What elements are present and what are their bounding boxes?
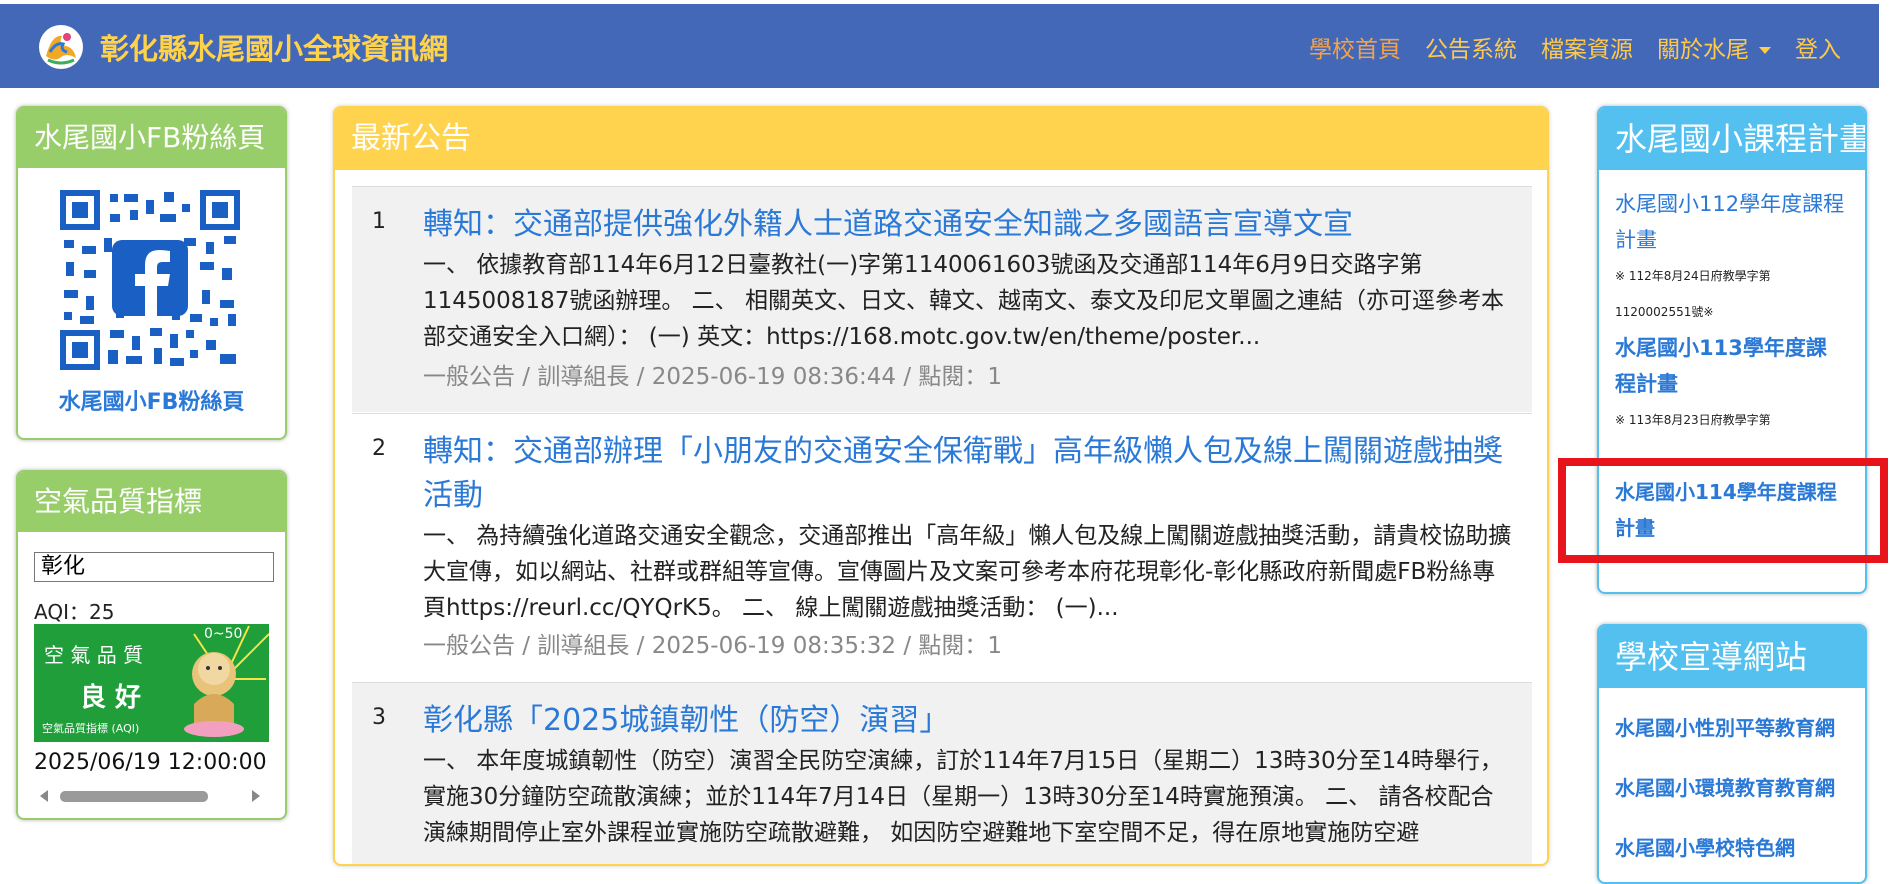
promo-link-gender-equality[interactable]: 水尾國小性別平等教育網: [1615, 712, 1835, 741]
aqi-badge-range: 0~50: [204, 626, 242, 642]
nav-files[interactable]: 檔案資源: [1541, 30, 1633, 64]
news-title-link[interactable]: 轉知：交通部辦理「小朋友的交通安全保衛戰」高年級懶人包及線上闖關遊戲抽獎活動: [423, 430, 1512, 518]
red-highlight-box: [1558, 458, 1888, 563]
news-number: 1: [372, 209, 386, 234]
news-summary: 一、 依據教育部114年6月12日臺教社(一)字第1140061603號函及交通…: [423, 252, 1504, 350]
air-quality-card: 空氣品質指標 彰化 AQI：25 空 氣 品 質 良 好 空氣品質指標 (AQI…: [16, 470, 287, 820]
fb-card-header: 水尾國小FB粉絲頁: [18, 108, 285, 168]
news-number: 2: [372, 436, 386, 461]
aqi-badge-foot: 空氣品質指標 (AQI): [42, 721, 139, 735]
aqi-value: AQI：25: [34, 600, 115, 624]
aqi-badge-label: 空 氣 品 質: [44, 643, 143, 667]
air-timestamp: 2025/06/19 12:00:00: [34, 750, 267, 775]
facebook-qr-code-icon[interactable]: [60, 190, 240, 370]
air-card-header: 空氣品質指標: [18, 472, 285, 532]
news-meta: 一般公告 / 訓導組長 / 2025-06-19 08:35:32 / 點閱：1: [423, 633, 1003, 659]
plan-link-113[interactable]: 水尾國小113學年度課程計畫: [1615, 330, 1845, 402]
school-logo-icon: [39, 25, 83, 69]
aqi-good-badge: 空 氣 品 質 良 好 空氣品質指標 (AQI) 0~50: [34, 624, 269, 742]
plan-note-112: ※ 112年8月24日府教學字第1120002551號※: [1615, 269, 1771, 319]
air-location-select[interactable]: 彰化: [34, 552, 274, 582]
news-item: 3 彰化縣「2025城鎮韌性（防空）演習」 一、 本年度城鎮韌性（防空）演習全民…: [352, 682, 1532, 864]
news-item: 2 轉知：交通部辦理「小朋友的交通安全保衛戰」高年級懶人包及線上闖關遊戲抽獎活動…: [352, 413, 1532, 681]
nav-login[interactable]: 登入: [1795, 30, 1841, 64]
site-title: 彰化縣水尾國小全球資訊網: [100, 32, 449, 66]
nav-announcements[interactable]: 公告系統: [1425, 30, 1517, 64]
nav-about-label: 關於水尾: [1657, 37, 1749, 63]
news-title-link[interactable]: 轉知：交通部提供強化外籍人士道路交通安全知識之多國語言宣導文宣: [423, 203, 1512, 247]
scrollbar-thumb: [60, 791, 208, 802]
brand[interactable]: 彰化縣水尾國小全球資訊網: [36, 22, 448, 72]
plan-card-header: 水尾國小課程計畫: [1599, 108, 1865, 170]
promo-link-environment[interactable]: 水尾國小環境教育教育網: [1615, 772, 1835, 801]
main-nav: 學校首頁 公告系統 檔案資源 關於水尾 登入: [1309, 30, 1841, 64]
news-summary: 一、 本年度城鎮韌性（防空）演習全民防空演練，訂於114年7月15日（星期二）1…: [423, 748, 1503, 846]
promo-link-school-features[interactable]: 水尾國小學校特色網: [1615, 832, 1795, 861]
fb-caption-link[interactable]: 水尾國小FB粉絲頁: [16, 384, 287, 416]
news-summary: 一、 為持續強化道路交通安全觀念，交通部推出「高年級」懶人包及線上闖關遊戲抽獎活…: [423, 523, 1512, 621]
news-item: 1 轉知：交通部提供強化外籍人士道路交通安全知識之多國語言宣導文宣 一、 依據教…: [352, 186, 1532, 412]
horizontal-scrollbar[interactable]: [34, 784, 274, 808]
news-number: 3: [372, 705, 386, 730]
news-meta: 一般公告 / 訓導組長 / 2025-06-19 08:36:44 / 點閱：1: [423, 364, 1003, 390]
nav-about-dropdown[interactable]: 關於水尾: [1657, 30, 1771, 64]
nav-home[interactable]: 學校首頁: [1309, 30, 1401, 64]
news-title-link[interactable]: 彰化縣「2025城鎮韌性（防空）演習」: [423, 699, 1512, 743]
chevron-down-icon: [1759, 47, 1771, 54]
news-panel: 最新公告 1 轉知：交通部提供強化外籍人士道路交通安全知識之多國語言宣導文宣 一…: [333, 106, 1549, 866]
top-navbar: 彰化縣水尾國小全球資訊網 學校首頁 公告系統 檔案資源 關於水尾 登入: [0, 0, 1879, 88]
promo-sites-card: 學校宣導網站 水尾國小性別平等教育網 水尾國小環境教育教育網 水尾國小學校特色網: [1597, 624, 1867, 884]
aqi-badge-status: 良 好: [80, 682, 141, 713]
plan-link-112[interactable]: 水尾國小112學年度課程計畫: [1615, 186, 1845, 258]
news-header: 最新公告: [335, 108, 1547, 170]
plan-note-113: ※ 113年8月23日府教學字第1130326583號※: [1615, 413, 1771, 427]
promo-card-header: 學校宣導網站: [1599, 626, 1865, 688]
